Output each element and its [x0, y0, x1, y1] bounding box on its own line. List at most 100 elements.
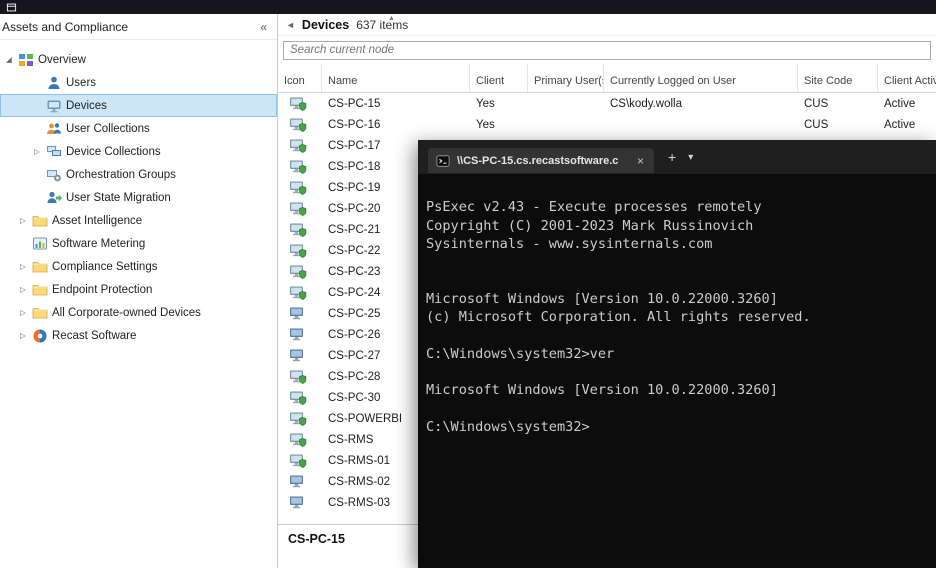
sidebar-item-label: Recast Software [52, 329, 137, 342]
sidebar-item-label: Users [66, 76, 97, 89]
cmd-icon [436, 154, 450, 168]
device-icon [289, 285, 307, 301]
expand-chevron-icon[interactable]: ▷ [19, 262, 32, 271]
column-header[interactable]: Currently Logged on User [604, 64, 798, 92]
terminal-line: Sysinternals - www.sysinternals.com [426, 235, 713, 252]
sidebar-item-icon [46, 121, 62, 137]
tab-close-icon[interactable]: × [635, 154, 646, 168]
sidebar-item[interactable]: User Collections [0, 117, 277, 140]
sidebar-item-icon [46, 98, 62, 114]
sidebar-item-label: User Collections [66, 122, 150, 135]
cell-site-code: CUS [804, 97, 829, 110]
sidebar-item[interactable]: ▷ All Corporate-owned Devices [0, 301, 277, 324]
sidebar-item-icon [32, 305, 48, 321]
device-icon-cell [278, 411, 322, 427]
sidebar-item[interactable]: ▷ Device Collections [0, 140, 277, 163]
terminal-tab[interactable]: \\CS-PC-15.cs.recastsoftware.c × [428, 148, 654, 173]
sort-ascending-icon: ▲ [388, 15, 395, 22]
device-icon-cell [278, 96, 322, 112]
column-header-row: Icon Name Client Primary User(s) Current… [278, 64, 936, 93]
device-icon [289, 348, 307, 364]
device-icon [289, 138, 307, 154]
expand-chevron-icon[interactable]: ▷ [33, 147, 46, 156]
expand-chevron-icon[interactable]: ▷ [19, 331, 32, 340]
tab-dropdown-icon[interactable]: ▾ [688, 152, 693, 163]
device-icon-cell [278, 432, 322, 448]
device-icon-cell [278, 117, 322, 133]
device-icon-cell [278, 159, 322, 175]
sidebar-item-label: Devices [66, 99, 107, 112]
sidebar-item-icon [32, 213, 48, 229]
sidebar-item[interactable]: ▷ Recast Software [0, 324, 277, 347]
device-icon [289, 159, 307, 175]
device-icon [289, 306, 307, 322]
sidebar-item-label: Software Metering [52, 237, 146, 250]
device-icon [289, 243, 307, 259]
terminal-window: \\CS-PC-15.cs.recastsoftware.c × + ▾ PsE… [418, 140, 936, 568]
sidebar-item[interactable]: Software Metering [0, 232, 277, 255]
search-input[interactable] [283, 40, 931, 60]
column-header[interactable]: Client Activity [878, 64, 936, 92]
expand-chevron-icon[interactable]: ▷ [19, 308, 32, 317]
device-icon [289, 201, 307, 217]
sidebar-item[interactable]: ▷ Asset Intelligence [0, 209, 277, 232]
sidebar-collapse-icon[interactable]: « [260, 20, 267, 34]
sidebar-item-icon [46, 75, 62, 91]
device-icon-cell [278, 306, 322, 322]
new-tab-button[interactable]: + [668, 149, 676, 165]
list-header: ◄ Devices 637 items [278, 14, 936, 36]
sidebar-item-label: All Corporate-owned Devices [52, 306, 201, 319]
table-row[interactable]: CS-PC-16 Yes CUS Active [278, 114, 936, 135]
sidebar-item[interactable]: Users [0, 71, 277, 94]
device-icon-cell [278, 495, 322, 511]
sidebar-item-icon [46, 167, 62, 183]
device-icon-cell [278, 453, 322, 469]
sidebar-item-label: Asset Intelligence [52, 214, 143, 227]
sidebar-item[interactable]: ▷ Compliance Settings [0, 255, 277, 278]
device-icon [289, 432, 307, 448]
column-header[interactable]: Primary User(s) [528, 64, 604, 92]
title-bar [0, 0, 936, 14]
cell-client-activity: Active [884, 97, 916, 110]
column-header[interactable]: Client [470, 64, 528, 92]
sidebar-item[interactable]: User State Migration [0, 186, 277, 209]
sidebar-item-icon [18, 52, 34, 68]
table-row[interactable]: CS-PC-15 Yes CS\kody.wolla CUS Active [278, 93, 936, 114]
device-icon [289, 390, 307, 406]
device-icon [289, 369, 307, 385]
device-icon [289, 474, 307, 490]
device-icon [289, 411, 307, 427]
sidebar-item[interactable]: Devices [0, 94, 277, 117]
sidebar-item[interactable]: ◢ Overview [0, 48, 277, 71]
expand-chevron-icon[interactable]: ▷ [19, 285, 32, 294]
terminal-tab-title: \\CS-PC-15.cs.recastsoftware.c [457, 154, 619, 167]
sidebar-item-icon [46, 144, 62, 160]
sidebar-tree: ◢ Overview Users Devices User Collection… [0, 40, 277, 347]
expand-chevron-icon[interactable]: ▷ [19, 216, 32, 225]
terminal-screen[interactable]: PsExec v2.43 - Execute processes remotel… [418, 174, 936, 568]
sidebar-item[interactable]: ▷ Endpoint Protection [0, 278, 277, 301]
column-header[interactable]: Icon [278, 64, 322, 92]
sidebar-item-label: Endpoint Protection [52, 283, 153, 296]
terminal-line: C:\Windows\system32>ver [426, 345, 615, 362]
cell-client: Yes [476, 97, 495, 110]
sidebar-item-label: User State Migration [66, 191, 171, 204]
device-icon-cell [278, 201, 322, 217]
column-header[interactable]: Name [322, 64, 470, 92]
cell-logged-on-user: CS\kody.wolla [610, 97, 683, 110]
device-icon-cell [278, 474, 322, 490]
sidebar-item[interactable]: Orchestration Groups [0, 163, 277, 186]
device-icon [289, 96, 307, 112]
pane-collapse-icon[interactable]: ◄ [286, 20, 295, 30]
column-header[interactable]: Site Code [798, 64, 878, 92]
device-icon [289, 180, 307, 196]
device-icon-cell [278, 348, 322, 364]
expand-chevron-icon[interactable]: ◢ [5, 55, 18, 64]
device-icon [289, 327, 307, 343]
search-bar [278, 36, 936, 64]
terminal-line: C:\Windows\system32> [426, 418, 590, 435]
terminal-tab-bar: \\CS-PC-15.cs.recastsoftware.c × + ▾ [418, 140, 936, 174]
